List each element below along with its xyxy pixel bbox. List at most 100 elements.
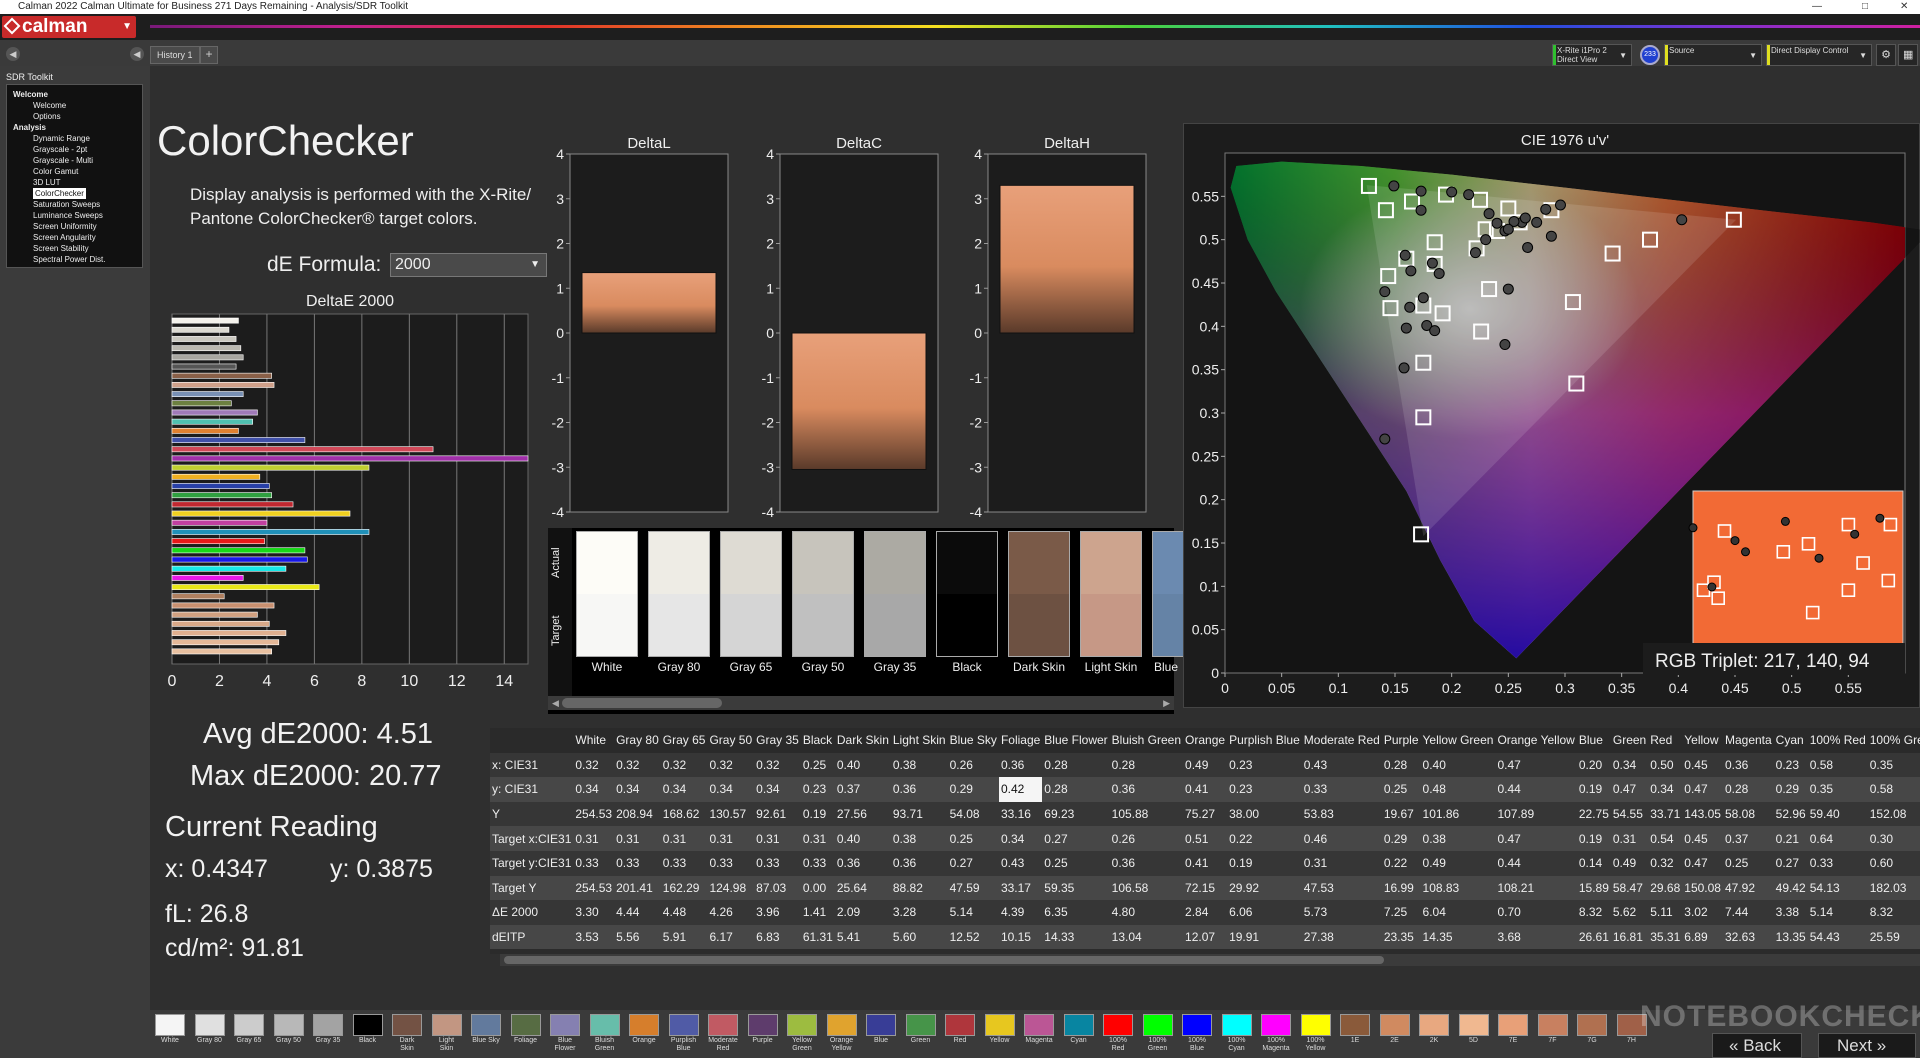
table-cell[interactable]: 0.33 — [614, 850, 661, 876]
table-cell[interactable]: 8.32 — [1867, 900, 1920, 925]
patch-chip[interactable]: Gray 65 — [234, 1014, 264, 1056]
patch-chip[interactable]: 7G — [1577, 1014, 1607, 1056]
table-cell[interactable]: 29.68 — [1648, 875, 1683, 901]
patch-chip[interactable]: Purplish Blue — [668, 1014, 699, 1056]
table-cell[interactable]: 0.38 — [1420, 826, 1496, 851]
back-button[interactable]: « Back — [1712, 1033, 1802, 1058]
table-cell[interactable]: 0.44 — [1495, 777, 1577, 802]
table-cell[interactable]: 0.23 — [1773, 752, 1808, 778]
table-cell[interactable]: 16.81 — [1610, 924, 1649, 950]
table-cell[interactable]: 47.59 — [947, 875, 999, 901]
table-cell[interactable]: 0.38 — [890, 752, 948, 778]
table-cell[interactable]: 0.47 — [1682, 850, 1723, 876]
table-cell[interactable]: 59.40 — [1807, 801, 1868, 827]
table-cell[interactable]: 0.33 — [800, 850, 835, 876]
table-cell[interactable]: 0.49 — [1183, 752, 1228, 778]
table-cell[interactable]: 6.04 — [1420, 900, 1496, 925]
table-cell[interactable]: 0.28 — [1042, 752, 1110, 778]
patch-chip[interactable]: 2E — [1379, 1014, 1410, 1056]
table-cell[interactable]: 0.41 — [1183, 850, 1228, 876]
table-cell[interactable]: 3.96 — [754, 900, 801, 925]
table-cell[interactable]: 0.47 — [1682, 777, 1723, 802]
table-cell[interactable]: 0.19 — [1227, 850, 1302, 876]
table-cell[interactable]: 5.41 — [834, 924, 891, 950]
color-swatch[interactable] — [1080, 531, 1142, 657]
table-cell[interactable]: 33.17 — [998, 875, 1043, 901]
patch-chip[interactable]: Cyan — [1063, 1014, 1094, 1056]
table-cell[interactable]: 54.43 — [1807, 924, 1868, 950]
table-cell[interactable]: 0.20 — [1576, 752, 1611, 778]
table-cell[interactable]: 0.28 — [1042, 777, 1110, 802]
table-cell[interactable]: 14.35 — [1420, 924, 1496, 950]
table-cell[interactable]: 254.53 — [573, 801, 615, 827]
table-cell[interactable]: 0.29 — [947, 777, 999, 802]
table-cell[interactable]: 87.03 — [754, 875, 801, 901]
table-column-header[interactable]: Blue Sky — [947, 728, 999, 753]
settings-gear-icon[interactable]: ⚙ — [1876, 44, 1896, 66]
table-cell[interactable]: 0.34 — [707, 777, 755, 802]
table-cell[interactable]: 0.41 — [1183, 777, 1228, 802]
table-column-header[interactable]: Red — [1648, 728, 1683, 753]
patch-chip[interactable]: 100% Red — [1103, 1014, 1133, 1056]
table-cell[interactable]: 0.28 — [1722, 777, 1774, 802]
sidebar-item[interactable]: Screen Angularity — [13, 232, 142, 243]
table-column-header[interactable]: Purplish Blue — [1227, 728, 1302, 753]
table-column-header[interactable]: Black — [800, 728, 835, 753]
table-cell[interactable]: 5.14 — [1807, 900, 1868, 925]
scroll-right-icon[interactable]: ▶ — [1163, 696, 1170, 710]
table-scrollbar[interactable] — [500, 954, 1920, 966]
table-cell[interactable]: 130.57 — [707, 801, 755, 827]
table-cell[interactable]: 0.47 — [1610, 777, 1649, 802]
patch-chip[interactable]: Moderate Red — [708, 1014, 738, 1056]
table-cell[interactable]: 0.31 — [660, 826, 708, 851]
table-cell[interactable]: 0.28 — [1109, 752, 1184, 778]
table-cell[interactable]: 5.60 — [890, 924, 948, 950]
table-cell[interactable]: 7.25 — [1381, 900, 1421, 925]
table-cell[interactable]: 27.56 — [834, 801, 891, 827]
patch-chip[interactable]: Gray 80 — [194, 1014, 225, 1056]
table-cell[interactable]: 0.26 — [947, 752, 999, 778]
table-cell[interactable]: 3.30 — [573, 900, 615, 925]
table-column-header[interactable]: Blue Flower — [1042, 728, 1110, 753]
table-cell[interactable]: 5.11 — [1648, 900, 1683, 925]
table-cell[interactable]: 3.02 — [1682, 900, 1723, 925]
table-column-header[interactable]: Dark Skin — [834, 728, 891, 753]
table-cell[interactable]: 69.23 — [1042, 801, 1110, 827]
patch-chip[interactable]: 100% Yellow — [1300, 1014, 1331, 1056]
patch-chip[interactable]: 100% Magenta — [1261, 1014, 1291, 1056]
table-cell[interactable]: 15.89 — [1576, 875, 1611, 901]
table-cell[interactable]: 0.31 — [573, 826, 615, 851]
table-cell[interactable]: 0.14 — [1576, 850, 1611, 876]
patch-chip[interactable]: Gray 50 — [273, 1014, 304, 1056]
patch-chip[interactable]: Blue — [866, 1014, 896, 1056]
patch-chip[interactable]: Bluish Green — [589, 1014, 620, 1056]
table-cell[interactable]: 3.38 — [1773, 900, 1808, 925]
table-cell[interactable]: 29.92 — [1227, 875, 1302, 901]
table-cell[interactable]: 0.22 — [1381, 850, 1421, 876]
table-cell[interactable]: 0.23 — [1227, 777, 1302, 802]
table-cell[interactable]: 7.44 — [1722, 900, 1774, 925]
table-cell[interactable]: 105.88 — [1109, 801, 1184, 827]
table-column-header[interactable]: Orange Yellow — [1495, 728, 1577, 753]
table-cell[interactable]: 0.64 — [1807, 826, 1868, 851]
table-cell[interactable]: 59.35 — [1042, 875, 1110, 901]
table-cell[interactable]: 0.34 — [660, 777, 708, 802]
table-cell[interactable]: 4.39 — [998, 900, 1043, 925]
patch-chip[interactable]: Yellow — [984, 1014, 1015, 1056]
patch-chip[interactable]: Blue Sky — [471, 1014, 501, 1056]
table-cell[interactable]: 0.32 — [1648, 850, 1683, 876]
patch-chip[interactable]: White — [155, 1014, 185, 1056]
patch-chip[interactable]: Green — [905, 1014, 936, 1056]
table-cell[interactable]: 0.31 — [1301, 850, 1382, 876]
table-cell[interactable]: 4.48 — [660, 900, 708, 925]
table-cell[interactable]: 33.71 — [1648, 801, 1683, 827]
table-cell[interactable]: 0.32 — [660, 752, 708, 778]
sidebar-item[interactable]: Luminance Sweeps — [13, 210, 142, 221]
table-cell[interactable]: 0.50 — [1648, 752, 1683, 778]
patch-chip[interactable]: Light Skin — [431, 1014, 462, 1056]
table-cell[interactable]: 5.62 — [1610, 900, 1649, 925]
table-cell[interactable]: 0.45 — [1682, 752, 1723, 778]
table-cell[interactable]: 88.82 — [890, 875, 948, 901]
table-cell[interactable]: 0.51 — [1183, 826, 1228, 851]
table-column-header[interactable]: Magenta — [1722, 728, 1774, 753]
